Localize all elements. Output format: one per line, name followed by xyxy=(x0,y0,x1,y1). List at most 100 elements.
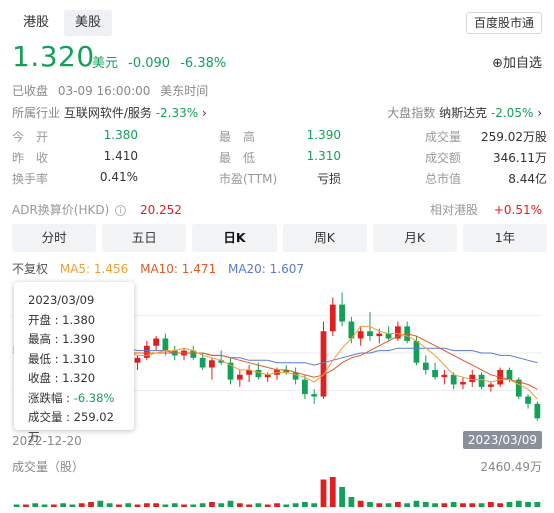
industry-link[interactable]: 所属行业 互联网软件/服务 -2.33% › xyxy=(12,104,207,121)
stat-value: 1.310 xyxy=(306,149,341,163)
candle[interactable] xyxy=(311,389,318,404)
adjust-selector[interactable]: 不复权 xyxy=(12,262,48,276)
info-icon[interactable]: i xyxy=(115,205,127,216)
volume-bar xyxy=(404,503,411,507)
volume-bar xyxy=(292,503,299,507)
x-axis-end-label: 2023/03/09 xyxy=(467,433,537,447)
volume-bar xyxy=(320,479,327,507)
candle[interactable] xyxy=(246,365,252,383)
candle[interactable] xyxy=(525,394,531,409)
industry-label: 所属行业 xyxy=(12,106,61,120)
tab-one-year[interactable]: 1年 xyxy=(462,224,548,252)
industry-name: 互联网软件/服务 xyxy=(63,106,152,120)
chevron-right-icon: › xyxy=(202,106,207,120)
volume-label: 成交量（股） xyxy=(12,460,85,474)
candle[interactable] xyxy=(162,333,169,356)
add-watchlist-button[interactable]: ⊕加自选 xyxy=(492,52,542,71)
candle[interactable] xyxy=(339,292,345,327)
volume-bar xyxy=(88,502,94,507)
volume-bar xyxy=(143,503,150,507)
tab-monthly-k[interactable]: 月K xyxy=(372,224,457,252)
candle-body xyxy=(143,345,150,358)
candle-body xyxy=(450,374,457,385)
candle[interactable] xyxy=(404,321,411,344)
candle-body xyxy=(367,331,373,337)
stat-value: 亏损 xyxy=(316,172,341,186)
market-index-link[interactable]: 大盘指数 纳斯达克 -2.05% › xyxy=(387,104,542,121)
volume-bar xyxy=(227,500,234,507)
candle[interactable] xyxy=(394,321,401,341)
market-index-percent: -2.05% xyxy=(490,106,534,120)
candle[interactable] xyxy=(292,367,299,385)
volume-bar xyxy=(376,503,383,507)
market-tabs: 港股 美股 xyxy=(12,10,113,38)
stats-row: 昨 收 1.410 最 低 1.310 成交额 346.11万 xyxy=(12,147,547,168)
volume-bar xyxy=(246,504,252,507)
currency-label: 美元 xyxy=(92,56,119,71)
candle[interactable] xyxy=(460,377,466,390)
tooltip-close: 收盘 : 1.320 xyxy=(28,371,96,385)
candle[interactable] xyxy=(153,336,160,351)
stat-label: 昨 收 xyxy=(12,151,49,165)
candle[interactable] xyxy=(515,377,522,399)
volume-bar xyxy=(525,502,531,507)
candle[interactable] xyxy=(348,316,355,344)
tooltip-change-label: 涨跌幅 : xyxy=(28,390,74,405)
candle[interactable] xyxy=(422,355,429,375)
tab-intraday[interactable]: 分时 xyxy=(12,224,97,252)
candle[interactable] xyxy=(236,369,243,387)
candle[interactable] xyxy=(441,369,448,385)
candle[interactable] xyxy=(432,362,438,380)
stock-market-link[interactable]: 百度股市通 xyxy=(465,12,542,34)
tab-weekly-k[interactable]: 周K xyxy=(282,224,367,252)
stats-grid: 今 开 1.380 最 高 1.390 成交量 259.02万股 昨 收 1.4… xyxy=(12,126,547,189)
candle-body xyxy=(292,372,299,380)
candle[interactable] xyxy=(469,369,476,387)
relative-hk-value: +0.51% xyxy=(493,203,542,217)
volume-chart[interactable] xyxy=(12,475,542,507)
adr-price: ADR换算价(HKD) i 20.252 xyxy=(12,201,182,218)
stat-label: 换手率 xyxy=(12,172,49,186)
volume-bar xyxy=(339,487,345,507)
stat-value: 259.02万股 xyxy=(481,130,547,144)
tooltip-change: 涨跌幅 : -6.38% xyxy=(28,389,120,409)
volume-bar xyxy=(302,502,308,507)
candle[interactable] xyxy=(209,357,215,380)
volume-bar xyxy=(50,504,57,507)
volume-bar xyxy=(432,503,438,507)
candle-body xyxy=(525,396,531,404)
tab-five-day[interactable]: 五日 xyxy=(102,224,187,252)
stat-label: 最 低 xyxy=(219,151,256,165)
volume-bar xyxy=(218,503,225,507)
volume-bar xyxy=(264,504,271,507)
volume-bar xyxy=(162,504,169,507)
candle-body xyxy=(162,338,169,351)
price-change: 美元 -0.090 -6.38% xyxy=(92,52,232,71)
volume-bar xyxy=(190,504,197,507)
ma20-label: MA20: 1.607 xyxy=(227,262,305,276)
volume-bar xyxy=(69,504,76,507)
adr-label: ADR换算价(HKD) xyxy=(12,203,110,217)
candle[interactable] xyxy=(534,401,541,421)
candle-body xyxy=(302,379,308,395)
candle-body xyxy=(199,357,206,368)
volume-bar xyxy=(153,503,160,507)
candle[interactable] xyxy=(329,297,336,337)
candle[interactable] xyxy=(134,355,141,370)
candle-body xyxy=(534,403,541,419)
tooltip-low: 最低 : 1.310 xyxy=(28,351,96,366)
volume-bar xyxy=(311,503,318,507)
candle[interactable] xyxy=(478,372,485,390)
candle[interactable] xyxy=(320,321,327,399)
volume-bar xyxy=(534,502,541,507)
tab-daily-k[interactable]: 日K xyxy=(192,224,277,252)
industry-percent: -2.33% xyxy=(155,106,199,120)
candle[interactable] xyxy=(227,357,234,385)
adr-value: 20.252 xyxy=(139,203,182,217)
tooltip-date: 2023/03/09 xyxy=(28,293,95,307)
tab-us[interactable]: 美股 xyxy=(64,10,113,36)
candle[interactable] xyxy=(181,348,187,361)
tab-hk[interactable]: 港股 xyxy=(12,10,60,36)
tooltip-change-value: -6.38% xyxy=(73,390,115,405)
chevron-right-icon: › xyxy=(537,106,542,120)
